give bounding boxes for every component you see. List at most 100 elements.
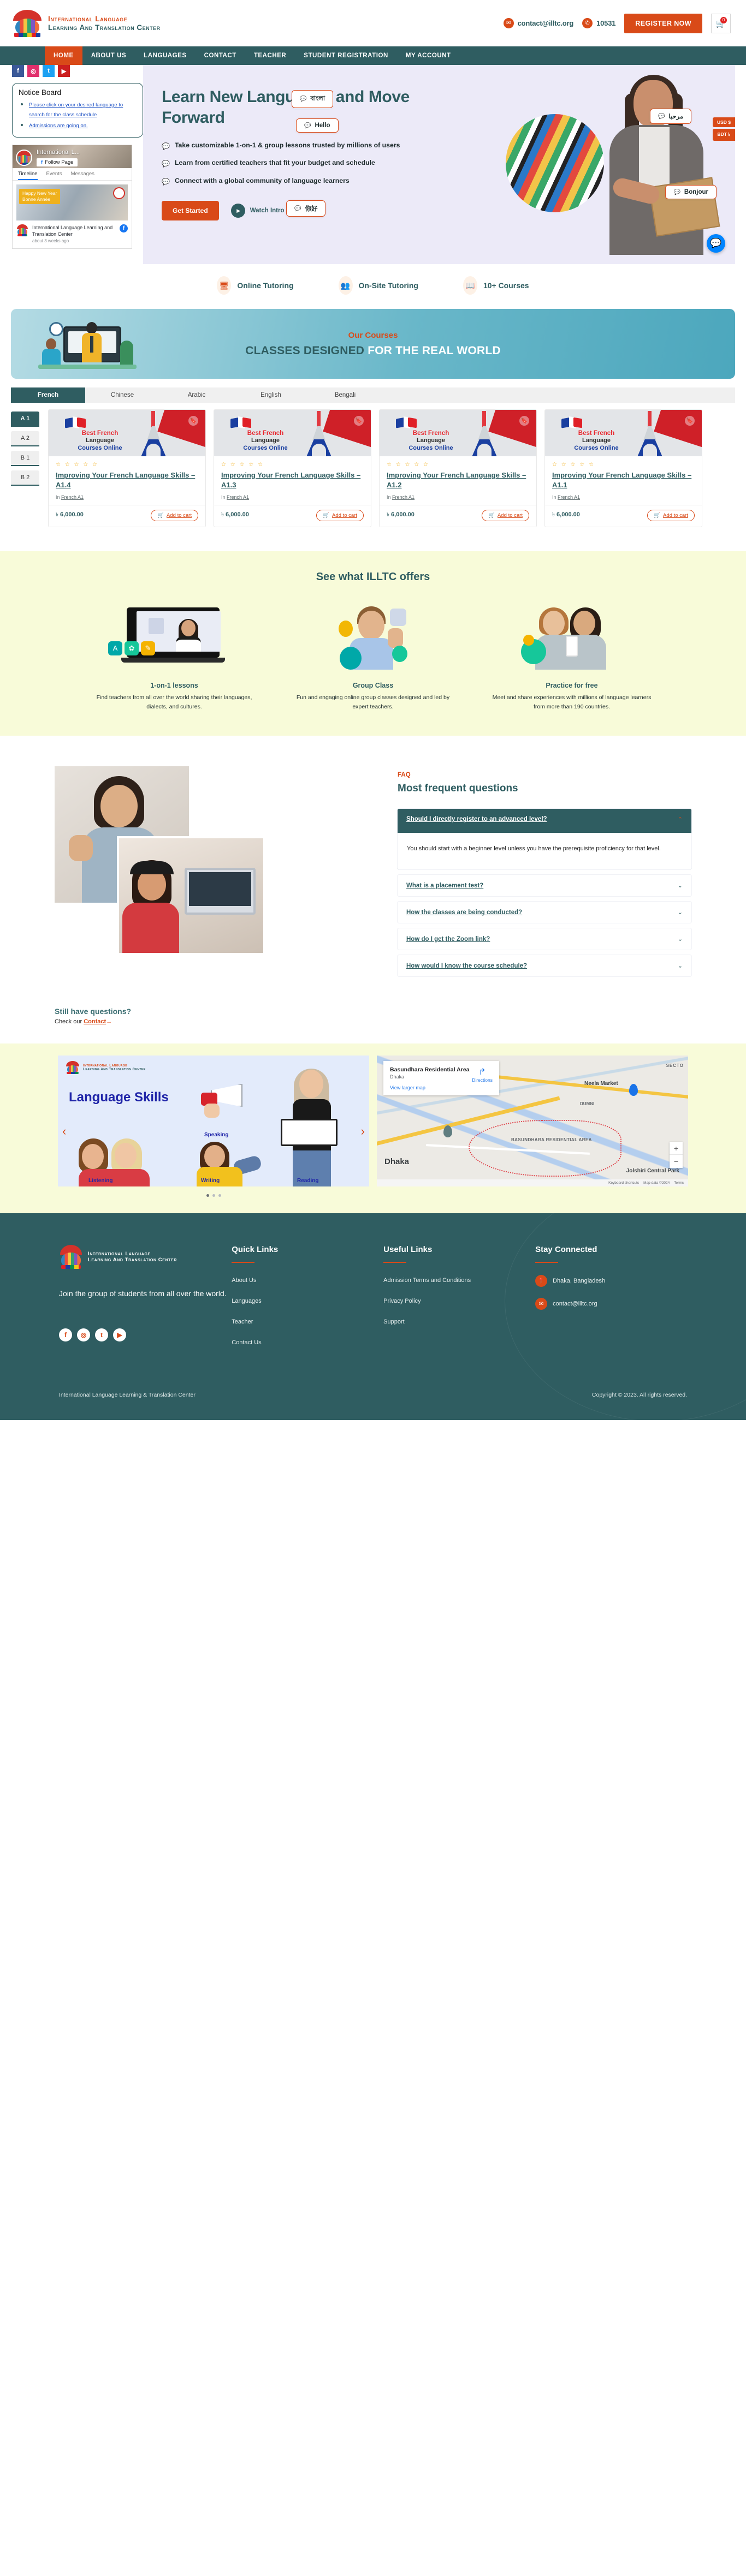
twitter-icon[interactable]: t (43, 65, 55, 77)
bookmark-icon[interactable]: 🔖 (685, 416, 695, 426)
facebook-tab-timeline[interactable]: Timeline (18, 171, 38, 180)
course-category-link[interactable]: French A1 (558, 494, 580, 500)
carousel-dot-1[interactable] (206, 1194, 209, 1197)
chevron-down-icon: ⌄ (677, 963, 683, 970)
carousel-dot-3[interactable] (218, 1194, 221, 1197)
course-category-link[interactable]: French A1 (61, 494, 84, 500)
currency-option-bdt[interactable]: BDT ৳ (712, 129, 735, 141)
faq-item-4-header[interactable]: How do I get the Zoom link? ⌄ (398, 928, 691, 950)
map-attrib-terms[interactable]: Terms (674, 1181, 684, 1185)
add-to-cart-button[interactable]: 🛒 Add to cart (316, 509, 364, 521)
level-b2[interactable]: B 2 (11, 470, 39, 486)
course-title[interactable]: Improving Your French Language Skills – … (552, 470, 695, 490)
carousel-prev-button[interactable]: ‹ (62, 1124, 66, 1138)
tab-chinese[interactable]: Chinese (85, 387, 159, 403)
site-logo[interactable]: International Language Learning And Tran… (12, 9, 161, 37)
footer-link-support[interactable]: Support (383, 1319, 405, 1325)
footer-link-privacy-policy[interactable]: Privacy Policy (383, 1298, 421, 1304)
messenger-chat-icon[interactable]: 💬 (707, 234, 725, 253)
carousel-dot-2[interactable] (212, 1194, 215, 1197)
tab-bengali[interactable]: Bengali (308, 387, 382, 403)
map-zoom-out-button[interactable]: − (670, 1155, 683, 1168)
faq-item-2-header[interactable]: What is a placement test? ⌄ (398, 875, 691, 896)
map-marker-school[interactable] (443, 1125, 452, 1138)
map-attrib-shortcuts[interactable]: Keyboard shortcuts (608, 1181, 639, 1185)
bookmark-icon[interactable]: 🔖 (354, 416, 364, 426)
footer-link-contact-us[interactable]: Contact Us (232, 1339, 261, 1346)
rating-stars: ☆ ☆ ☆ ☆ ☆ (56, 462, 99, 468)
tab-french[interactable]: French (11, 387, 85, 403)
nav-item-student-registration[interactable]: STUDENT REGISTRATION (295, 46, 397, 65)
footer-email[interactable]: ✉ contact@illtc.org (535, 1298, 687, 1310)
level-a1[interactable]: A 1 (11, 412, 39, 427)
speech-icon: 💬 (294, 205, 301, 212)
slide-label-speaking: Speaking (204, 1132, 229, 1138)
notice-link-1[interactable]: Please click on your desired language to… (29, 102, 123, 118)
footer-link-about-us[interactable]: About Us (232, 1277, 256, 1284)
facebook-icon[interactable]: f (12, 65, 24, 77)
footer-link-admission-terms[interactable]: Admission Terms and Conditions (383, 1277, 471, 1284)
add-to-cart-button[interactable]: 🛒 Add to cart (482, 509, 529, 521)
course-card[interactable]: Best French Language Courses Online 🔖 ☆ … (48, 409, 206, 527)
nav-item-languages[interactable]: LANGUAGES (135, 46, 195, 65)
phone-contact[interactable]: ✆ 10531 (582, 18, 615, 28)
nav-item-contact[interactable]: CONTACT (196, 46, 245, 65)
tab-english[interactable]: English (234, 387, 308, 403)
nav-item-home[interactable]: HOME (45, 46, 82, 65)
footer-logo[interactable]: International Language Learning And Tran… (59, 1245, 232, 1269)
nav-item-teacher[interactable]: TEACHER (245, 46, 295, 65)
youtube-icon[interactable]: ▶ (58, 65, 70, 77)
course-card[interactable]: Best French Language Courses Online 🔖 ☆ … (544, 409, 702, 527)
view-larger-map-link[interactable]: View larger map (390, 1085, 493, 1090)
youtube-icon[interactable]: ▶ (113, 1328, 126, 1341)
tab-arabic[interactable]: Arabic (159, 387, 234, 403)
faq-item-5-header[interactable]: How would I know the course schedule? ⌄ (398, 955, 691, 976)
bookmark-icon[interactable]: 🔖 (519, 416, 529, 426)
register-now-button[interactable]: REGISTER NOW (624, 13, 702, 33)
notice-link-2[interactable]: Admissions are going on. (29, 123, 88, 129)
course-card[interactable]: Best French Language Courses Online 🔖 ☆ … (214, 409, 371, 527)
level-a2[interactable]: A 2 (11, 431, 39, 446)
email-contact[interactable]: ✉ contact@illtc.org (503, 18, 573, 28)
faq-kicker: FAQ (398, 771, 411, 778)
instagram-icon[interactable]: ◎ (77, 1328, 90, 1341)
footer-link-languages[interactable]: Languages (232, 1298, 261, 1304)
contact-link[interactable]: Contact (84, 1018, 106, 1025)
currency-option-usd[interactable]: USD $ (712, 117, 735, 127)
facebook-icon[interactable]: f (59, 1328, 72, 1341)
twitter-icon[interactable]: t (95, 1328, 108, 1341)
watch-intro-button[interactable]: ▶ Watch Intro (230, 204, 285, 218)
course-category-link[interactable]: French A1 (392, 494, 415, 500)
instagram-icon[interactable]: ◎ (27, 65, 39, 77)
facebook-tab-events[interactable]: Events (46, 171, 62, 180)
map-zoom-in-button[interactable]: + (670, 1142, 683, 1155)
hero-content: Learn New Languages and Move Forward 💬 T… (143, 65, 449, 221)
course-category-link[interactable]: French A1 (227, 494, 249, 500)
course-title[interactable]: Improving Your French Language Skills – … (221, 470, 364, 490)
course-title[interactable]: Improving Your French Language Skills – … (56, 470, 198, 490)
faq-item-1-header[interactable]: Should I directly register to an advance… (398, 808, 691, 833)
level-b1[interactable]: B 1 (11, 451, 39, 466)
location-map[interactable]: Dhaka BASUNDHARA RESIDENTIAL AREA Neela … (377, 1056, 688, 1187)
add-to-cart-button[interactable]: 🛒 Add to cart (647, 509, 695, 521)
nav-item-about-us[interactable]: ABOUT US (82, 46, 135, 65)
add-to-cart-button[interactable]: 🛒 Add to cart (151, 509, 198, 521)
courses-banner-headline: CLASSES DESIGNED FOR THE REAL WORLD (245, 344, 501, 357)
map-marker-market[interactable] (629, 1084, 638, 1096)
footer-link-teacher[interactable]: Teacher (232, 1319, 253, 1325)
footer-stay-connected: Stay Connected 📍 Dhaka, Bangladesh ✉ con… (535, 1245, 687, 1358)
carousel-next-button[interactable]: › (361, 1124, 365, 1138)
directions-button[interactable]: ↱ Directions (472, 1066, 493, 1083)
nav-item-my-account[interactable]: MY ACCOUNT (397, 46, 460, 65)
course-card[interactable]: Best French Language Courses Online 🔖 ☆ … (379, 409, 537, 527)
facebook-follow-button[interactable]: f Follow Page (37, 158, 78, 166)
facebook-page-widget: International L... f Follow Page Timelin… (12, 145, 132, 249)
get-started-button[interactable]: Get Started (162, 201, 219, 221)
faq-item-5: How would I know the course schedule? ⌄ (398, 955, 691, 977)
cart-button[interactable]: 🛒 0 (711, 13, 731, 33)
facebook-tab-messages[interactable]: Messages (71, 171, 94, 180)
bookmark-icon[interactable]: 🔖 (188, 416, 198, 426)
faq-item-3-header[interactable]: How the classes are being conducted? ⌄ (398, 902, 691, 923)
feature-onsite-tutoring: 👥 On-Site Tutoring (338, 276, 418, 295)
course-title[interactable]: Improving Your French Language Skills – … (387, 470, 529, 490)
